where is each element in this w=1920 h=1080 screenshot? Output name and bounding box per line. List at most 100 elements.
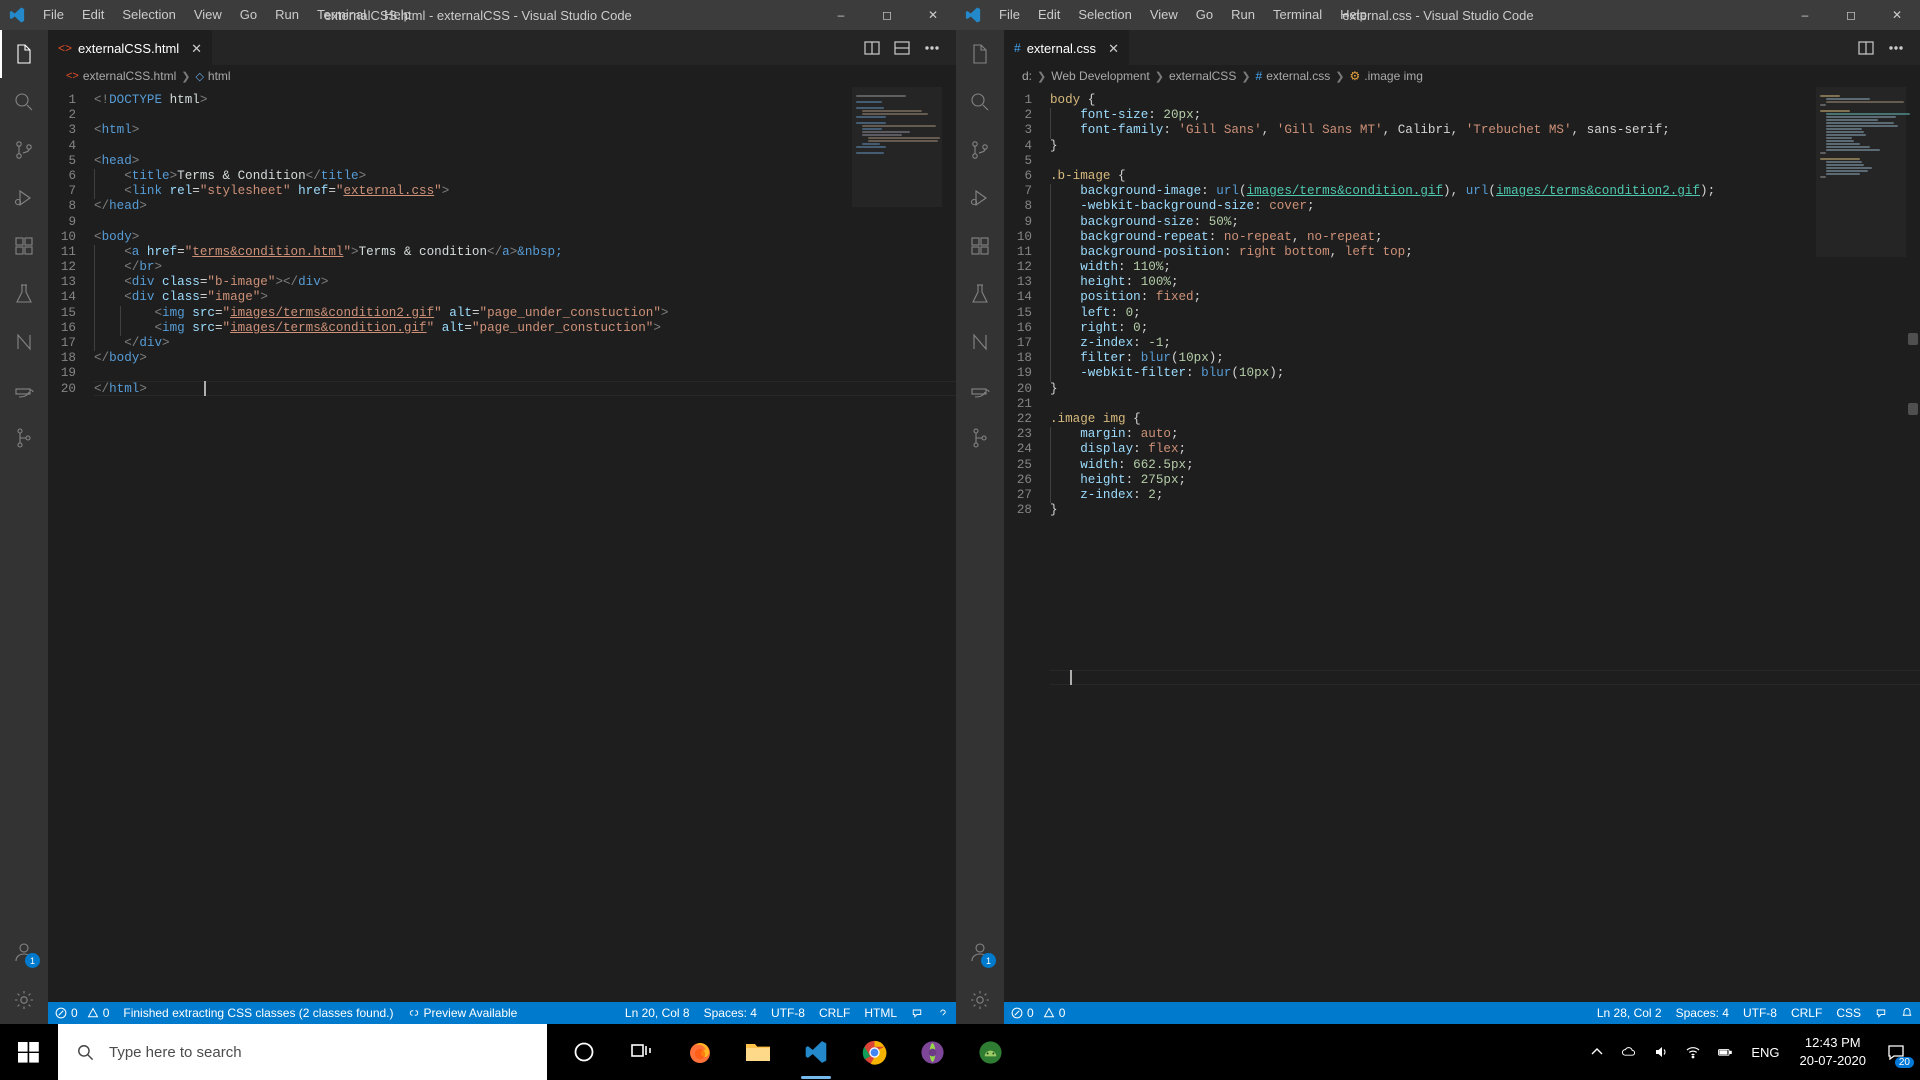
breadcrumb-symbol[interactable]: ◇ html [195, 69, 230, 83]
code-line[interactable]: 16 right: 0; [1004, 320, 1920, 336]
status-indentation[interactable]: Spaces: 4 [1669, 1002, 1736, 1024]
code-line-text[interactable]: background-image: url(images/terms&condi… [1050, 184, 1715, 200]
activity-n-extension[interactable] [0, 318, 48, 366]
code-line[interactable]: 1 body { [1004, 93, 1920, 108]
left-activity-bar[interactable]: 1 [0, 30, 48, 1024]
code-line[interactable]: 7 background-image: url(images/terms&con… [1004, 184, 1920, 200]
language-indicator[interactable]: ENG [1741, 1045, 1789, 1060]
left-vertical-scrollbar[interactable] [942, 87, 956, 1002]
firefox-icon[interactable] [671, 1024, 729, 1080]
maximize-button[interactable]: ◻ [1828, 0, 1874, 30]
taskbar-search-box[interactable]: Type here to search [58, 1024, 547, 1080]
menu-file[interactable]: File [990, 4, 1029, 26]
code-line[interactable]: 1 <!DOCTYPE html> [48, 93, 956, 108]
menu-file[interactable]: File [34, 4, 73, 26]
code-line-text[interactable]: </div> [94, 336, 170, 352]
code-line-text[interactable]: <img src="images/terms&condition.gif" al… [94, 320, 661, 336]
code-line-text[interactable]: .b-image { [1050, 169, 1126, 184]
cortana-icon[interactable] [555, 1024, 613, 1080]
code-line-text[interactable]: .image img { [1050, 412, 1141, 427]
menu-selection[interactable]: Selection [113, 4, 184, 26]
code-line-text[interactable]: } [1050, 503, 1058, 518]
code-line[interactable]: 8 </head> [48, 199, 956, 214]
code-line[interactable]: 7 <link rel="stylesheet" href="external.… [48, 184, 956, 200]
code-line-text[interactable]: z-index: -1; [1050, 336, 1171, 352]
status-live-share-icon[interactable] [904, 1002, 930, 1024]
menu-view[interactable]: View [185, 4, 231, 26]
code-line[interactable]: 9 background-size: 50%; [1004, 214, 1920, 230]
task-view-icon[interactable] [613, 1024, 671, 1080]
close-button[interactable]: ✕ [1874, 0, 1920, 30]
code-line-text[interactable]: position: fixed; [1050, 290, 1201, 306]
split-editor-right-icon[interactable] [1852, 34, 1880, 62]
activity-source-control[interactable] [956, 126, 1004, 174]
network-icon[interactable] [1677, 1024, 1709, 1080]
menu-terminal[interactable]: Terminal [308, 4, 375, 26]
code-line[interactable]: 9 [48, 215, 956, 230]
code-line[interactable]: 3 <html> [48, 123, 956, 138]
left-menubar[interactable]: File Edit Selection View Go Run Terminal… [34, 4, 420, 26]
code-line-text[interactable]: </head> [94, 199, 147, 214]
battery-icon[interactable] [1709, 1024, 1741, 1080]
breadcrumb-symbol[interactable]: ⚙ .image img [1349, 69, 1422, 83]
right-editor-actions[interactable] [1852, 30, 1920, 65]
code-line[interactable]: 25 width: 662.5px; [1004, 457, 1920, 473]
code-line[interactable]: 20} [1004, 382, 1920, 397]
onedrive-icon[interactable] [1613, 1024, 1645, 1080]
code-line[interactable]: 4} [1004, 139, 1920, 154]
activity-extensions[interactable] [956, 222, 1004, 270]
vscode-icon[interactable] [787, 1024, 845, 1080]
left-minimap[interactable] [852, 87, 942, 1002]
activity-run-debug[interactable] [956, 174, 1004, 222]
system-tray[interactable]: ENG 12:43 PM 20-07-2020 20 [1581, 1024, 1920, 1080]
activity-settings[interactable] [0, 976, 48, 1024]
status-preview[interactable]: Preview Available [401, 1002, 525, 1024]
code-line[interactable]: 2 font-size: 20px; [1004, 108, 1920, 124]
activity-docker[interactable] [0, 366, 48, 414]
status-encoding[interactable]: UTF-8 [1736, 1002, 1784, 1024]
activity-account[interactable]: 1 [0, 928, 48, 976]
start-button[interactable] [0, 1024, 58, 1080]
code-line-text[interactable]: <a href="terms&condition.html">Terms & c… [94, 244, 563, 261]
menu-terminal[interactable]: Terminal [1264, 4, 1331, 26]
menu-go[interactable]: Go [231, 4, 266, 26]
code-line[interactable]: 22 .image img { [1004, 412, 1920, 427]
status-cursor-position[interactable]: Ln 20, Col 8 [618, 1002, 697, 1024]
code-line[interactable]: 4 [48, 139, 956, 154]
code-line-text[interactable]: <html> [94, 123, 139, 138]
tab-close-icon[interactable]: ✕ [191, 42, 202, 55]
show-hidden-icons-chevron-icon[interactable] [1581, 1024, 1613, 1080]
breadcrumb-folder-webdev[interactable]: Web Development [1051, 69, 1150, 83]
activity-extensions[interactable] [0, 222, 48, 270]
code-line[interactable]: 10 <body> [48, 230, 956, 245]
code-line-text[interactable]: -webkit-filter: blur(10px); [1050, 366, 1284, 382]
code-line[interactable]: 12 </br> [48, 260, 956, 276]
code-line-text[interactable]: -webkit-background-size: cover; [1050, 199, 1315, 215]
activity-docker[interactable] [956, 366, 1004, 414]
left-breadcrumb[interactable]: <> externalCSS.html ❯ ◇ html [48, 65, 956, 87]
code-line-text[interactable]: display: flex; [1050, 442, 1186, 458]
code-line[interactable]: 15 <img src="images/terms&condition2.gif… [48, 305, 956, 321]
code-line[interactable]: 11 background-position: right bottom, le… [1004, 244, 1920, 261]
status-bell-icon[interactable] [1894, 1002, 1920, 1024]
code-line-text[interactable]: <div class="image"> [94, 290, 268, 306]
minimize-button[interactable]: – [1782, 0, 1828, 30]
status-cursor-position[interactable]: Ln 28, Col 2 [1590, 1002, 1669, 1024]
code-line[interactable]: 15 left: 0; [1004, 305, 1920, 321]
code-line[interactable]: 16 <img src="images/terms&condition.gif"… [48, 320, 956, 336]
right-minimap-slider[interactable] [1816, 87, 1906, 257]
code-line-text[interactable]: } [1050, 139, 1058, 154]
code-line[interactable]: 18 </body> [48, 351, 956, 366]
code-line[interactable]: 21 [1004, 397, 1920, 412]
menu-help[interactable]: Help [375, 4, 420, 26]
activity-git-graph[interactable] [956, 414, 1004, 462]
breadcrumb-file[interactable]: <> externalCSS.html [66, 69, 176, 83]
code-line[interactable]: 28} [1004, 503, 1920, 518]
code-line[interactable]: 17 </div> [48, 336, 956, 352]
right-vertical-scrollbar[interactable] [1906, 87, 1920, 1002]
status-encoding[interactable]: UTF-8 [764, 1002, 812, 1024]
android-studio-icon[interactable] [961, 1024, 1019, 1080]
activity-search[interactable] [956, 78, 1004, 126]
more-actions-icon[interactable] [918, 34, 946, 62]
right-window-controls[interactable]: – ◻ ✕ [1782, 0, 1920, 30]
